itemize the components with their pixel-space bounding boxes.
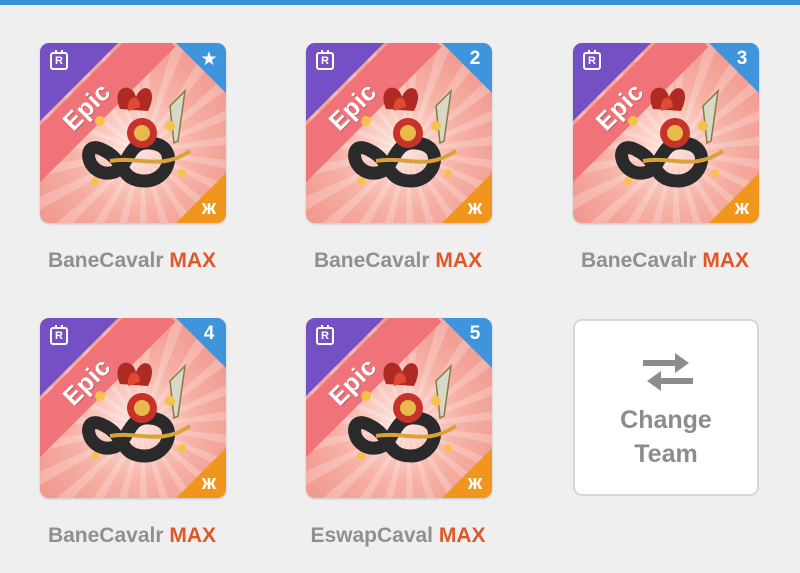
team-grid: Epic R ★ ж BaneCavalr MAX Epic R 2 ж Ban… (0, 0, 800, 573)
creature-name: BaneCavalr (313, 249, 430, 272)
creature-card[interactable]: Epic R 4 ж (40, 318, 226, 498)
calendar-icon: R (583, 50, 601, 70)
team-slot-1: Epic R ★ ж BaneCavalr MAX (22, 43, 242, 283)
max-level-badge: MAX (169, 524, 217, 547)
swap-arrows-icon (643, 353, 693, 391)
calendar-icon: R (50, 50, 68, 70)
slot-number: 4 (203, 323, 215, 344)
creature-name-label: BaneCavalr MAX (22, 524, 242, 548)
team-slot-2: Epic R 2 ж BaneCavalr MAX (288, 43, 508, 283)
creature-name-label: BaneCavalr MAX (22, 249, 242, 273)
max-level-badge: MAX (169, 249, 217, 272)
change-team-label: Change Team (575, 403, 757, 471)
team-slot-3: Epic R 3 ж BaneCavalr MAX (555, 43, 775, 283)
creature-image (348, 87, 458, 188)
creature-name-label: BaneCavalr MAX (555, 249, 775, 273)
creature-image (82, 362, 192, 463)
team-slot-4: Epic R 4 ж BaneCavalr MAX (22, 318, 242, 558)
slot-number: 2 (469, 48, 481, 69)
team-slot-5: Epic R 5 ж EswapCaval MAX (288, 318, 508, 558)
change-team-line2: Team (634, 440, 698, 468)
max-level-badge: MAX (702, 249, 750, 272)
slot-number: 5 (469, 323, 481, 344)
max-level-badge: MAX (438, 524, 486, 547)
creature-name: BaneCavalr (47, 249, 164, 272)
creature-card[interactable]: Epic R 3 ж (573, 43, 759, 223)
creature-name: EswapCaval (310, 524, 434, 547)
creature-image (615, 87, 725, 188)
creature-card[interactable]: Epic R 5 ж (306, 318, 492, 498)
change-team-button[interactable]: Change Team (573, 319, 759, 496)
creature-card[interactable]: Epic R 2 ж (306, 43, 492, 223)
calendar-icon: R (50, 325, 68, 345)
change-team-line1: Change (620, 406, 712, 434)
creature-name-label: EswapCaval MAX (288, 524, 508, 548)
star-icon: ★ (200, 49, 218, 70)
creature-name: BaneCavalr (580, 249, 697, 272)
creature-card[interactable]: Epic R ★ ж (40, 43, 226, 223)
creature-image (82, 87, 192, 188)
calendar-icon: R (316, 50, 334, 70)
calendar-icon: R (316, 325, 334, 345)
creature-name-label: BaneCavalr MAX (288, 249, 508, 273)
max-level-badge: MAX (435, 249, 483, 272)
creature-image (348, 362, 458, 463)
creature-name: BaneCavalr (47, 524, 164, 547)
slot-number: 3 (736, 48, 748, 69)
